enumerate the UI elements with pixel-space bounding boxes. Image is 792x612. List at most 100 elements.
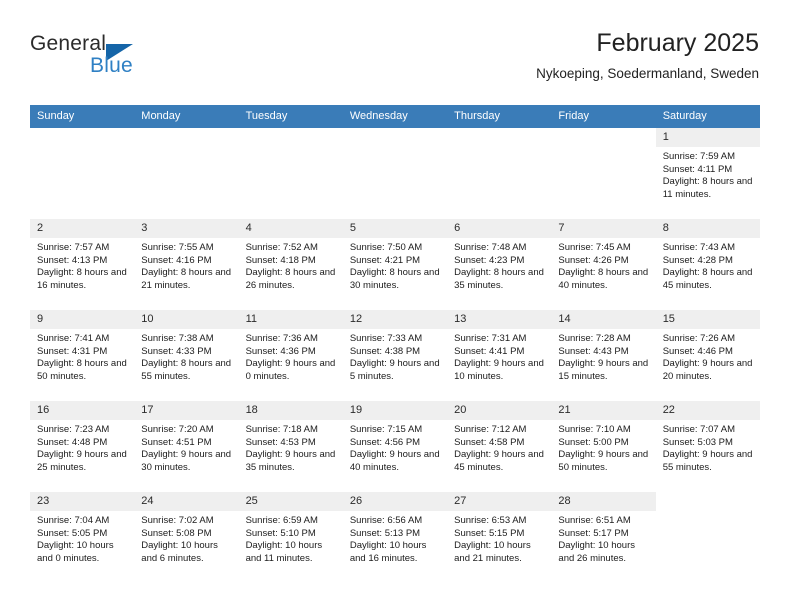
calendar-day-cell[interactable]: 25 Sunrise: 6:59 AM Sunset: 5:10 PM Dayligh… [238, 491, 343, 583]
logo-text-general: General [30, 32, 107, 55]
calendar-grid: Sunday Monday Tuesday Wednesday Thursday… [30, 105, 760, 583]
day-cell-inner: 2 Sunrise: 7:57 AM Sunset: 4:13 PM Daylight… [30, 219, 135, 309]
day-number: 25 [238, 492, 343, 511]
day-details: Sunrise: 6:53 AM Sunset: 5:15 PM Daylight:… [447, 511, 551, 565]
calendar-day-cell[interactable]: 14 Sunrise: 7:28 AM Sunset: 4:43 PM Dayligh… [551, 309, 656, 401]
calendar-day-cell[interactable]: 6 Sunrise: 7:48 AM Sunset: 4:23 PM Daylight… [447, 218, 552, 310]
daylight-text: Daylight: 9 hours and 10 minutes. [454, 358, 544, 382]
sunrise-text: Sunrise: 7:28 AM [558, 333, 631, 344]
day-number: 20 [447, 401, 552, 420]
daylight-text: Daylight: 9 hours and 30 minutes. [141, 449, 232, 473]
calendar-day-cell[interactable]: 21 Sunrise: 7:10 AM Sunset: 5:00 PM Dayligh… [551, 400, 656, 492]
sunset-text: Sunset: 4:13 PM [37, 254, 108, 266]
calendar-day-cell[interactable]: 9 Sunrise: 7:41 AM Sunset: 4:31 PM Daylight… [30, 309, 135, 401]
day-details: Sunrise: 7:04 AM Sunset: 5:05 PM Daylight:… [30, 511, 134, 565]
calendar-day-cell[interactable]: 28 Sunrise: 6:51 AM Sunset: 5:17 PM Dayligh… [551, 491, 656, 583]
day-cell-inner: 3 Sunrise: 7:55 AM Sunset: 4:16 PM Daylight… [134, 219, 239, 309]
day-cell-inner: 1 Sunrise: 7:59 AM Sunset: 4:11 PM Daylight… [655, 128, 760, 218]
calendar-day-cell[interactable]: 20 Sunrise: 7:12 AM Sunset: 4:58 PM Dayligh… [447, 400, 552, 492]
daylight-text: Daylight: 9 hours and 5 minutes. [349, 358, 440, 382]
calendar-day-cell[interactable]: 24 Sunrise: 7:02 AM Sunset: 5:08 PM Dayligh… [134, 491, 239, 583]
calendar-day-cell[interactable]: 10 Sunrise: 7:38 AM Sunset: 4:33 PM Dayligh… [134, 309, 239, 401]
weekday-header-thursday: Thursday [447, 105, 552, 128]
sunset-text: Sunset: 4:11 PM [662, 163, 733, 175]
day-cell-inner: 27 Sunrise: 6:53 AM Sunset: 5:15 PM Dayligh… [447, 492, 552, 582]
calendar-day-cell[interactable]: 11 Sunrise: 7:36 AM Sunset: 4:36 PM Dayligh… [238, 309, 343, 401]
sunrise-text: Sunrise: 7:41 AM [37, 333, 110, 344]
sunset-text: Sunset: 4:46 PM [662, 345, 733, 357]
sunrise-text: Sunrise: 7:07 AM [662, 424, 736, 435]
calendar-day-cell[interactable]: 8 Sunrise: 7:43 AM Sunset: 4:28 PM Daylight… [655, 218, 760, 310]
day-number: 3 [134, 219, 239, 238]
calendar-day-cell[interactable]: 1 Sunrise: 7:59 AM Sunset: 4:11 PM Daylight… [655, 128, 760, 219]
general-blue-logo[interactable]: General Blue [30, 32, 230, 88]
calendar-day-cell[interactable]: 22 Sunrise: 7:07 AM Sunset: 5:03 PM Dayligh… [655, 400, 760, 492]
day-details: Sunrise: 7:18 AM Sunset: 4:53 PM Daylight:… [239, 420, 343, 474]
day-number: 14 [551, 310, 656, 329]
sunrise-text: Sunrise: 7:18 AM [245, 424, 318, 435]
calendar-day-cell[interactable]: 23 Sunrise: 7:04 AM Sunset: 5:05 PM Dayligh… [30, 491, 135, 583]
day-details: Sunrise: 6:51 AM Sunset: 5:17 PM Daylight:… [551, 511, 655, 565]
day-details: Sunrise: 7:02 AM Sunset: 5:08 PM Daylight:… [134, 511, 238, 565]
sunset-text: Sunset: 4:53 PM [245, 436, 316, 448]
day-details: Sunrise: 7:15 AM Sunset: 4:56 PM Daylight:… [343, 420, 447, 474]
calendar-day-cell[interactable]: 12 Sunrise: 7:33 AM Sunset: 4:38 PM Dayligh… [342, 309, 448, 401]
daylight-text: Daylight: 10 hours and 21 minutes. [454, 540, 531, 564]
calendar-page: General Blue February 2025 Nykoeping, So… [0, 0, 792, 612]
day-cell-inner: 16 Sunrise: 7:23 AM Sunset: 4:48 PM Dayligh… [30, 401, 135, 491]
sunrise-text: Sunrise: 7:20 AM [141, 424, 214, 435]
calendar-body: 1 Sunrise: 7:59 AM Sunset: 4:11 PM Daylight… [30, 128, 760, 583]
sunrise-text: Sunrise: 7:36 AM [245, 333, 318, 344]
day-number: 8 [655, 219, 760, 238]
calendar-day-cell[interactable]: 26 Sunrise: 6:56 AM Sunset: 5:13 PM Dayligh… [342, 491, 448, 583]
sunrise-text: Sunrise: 7:43 AM [662, 242, 736, 253]
day-cell-inner: 13 Sunrise: 7:31 AM Sunset: 4:41 PM Dayligh… [447, 310, 552, 400]
calendar-day-cell[interactable]: 18 Sunrise: 7:18 AM Sunset: 4:53 PM Dayligh… [238, 400, 343, 492]
sunset-text: Sunset: 4:21 PM [349, 254, 421, 266]
day-number: 23 [30, 492, 135, 511]
calendar-cell-empty [30, 128, 135, 219]
weekday-header-tuesday: Tuesday [238, 105, 343, 128]
day-details: Sunrise: 7:33 AM Sunset: 4:38 PM Daylight:… [343, 329, 447, 383]
day-cell-inner: 8 Sunrise: 7:43 AM Sunset: 4:28 PM Daylight… [655, 219, 760, 309]
day-cell-inner: 28 Sunrise: 6:51 AM Sunset: 5:17 PM Dayligh… [551, 492, 656, 582]
sunrise-text: Sunrise: 7:26 AM [662, 333, 736, 344]
calendar-week-row: 23 Sunrise: 7:04 AM Sunset: 5:05 PM Dayligh… [30, 491, 760, 583]
calendar-day-cell[interactable]: 4 Sunrise: 7:52 AM Sunset: 4:18 PM Daylight… [238, 218, 343, 310]
day-number: 1 [655, 128, 760, 147]
calendar-day-cell[interactable]: 7 Sunrise: 7:45 AM Sunset: 4:26 PM Daylight… [551, 218, 656, 310]
calendar-day-cell[interactable]: 19 Sunrise: 7:15 AM Sunset: 4:56 PM Dayligh… [342, 400, 448, 492]
calendar-day-cell[interactable]: 27 Sunrise: 6:53 AM Sunset: 5:15 PM Dayligh… [447, 491, 552, 583]
sunset-text: Sunset: 4:51 PM [141, 436, 212, 448]
calendar-day-cell[interactable]: 13 Sunrise: 7:31 AM Sunset: 4:41 PM Dayligh… [447, 309, 552, 401]
sunrise-text: Sunrise: 7:33 AM [349, 333, 423, 344]
calendar-day-cell[interactable]: 3 Sunrise: 7:55 AM Sunset: 4:16 PM Daylight… [134, 218, 239, 310]
day-number: 5 [342, 219, 448, 238]
daylight-text: Daylight: 10 hours and 26 minutes. [558, 540, 635, 564]
weekday-header-saturday: Saturday [655, 105, 760, 128]
day-number [30, 128, 134, 147]
daylight-text: Daylight: 9 hours and 35 minutes. [245, 449, 336, 473]
sunrise-text: Sunrise: 7:45 AM [558, 242, 631, 253]
day-number: 2 [30, 219, 135, 238]
day-number [343, 128, 447, 147]
calendar-day-cell[interactable]: 15 Sunrise: 7:26 AM Sunset: 4:46 PM Dayligh… [655, 309, 760, 401]
day-number: 6 [447, 219, 552, 238]
day-cell-inner: 22 Sunrise: 7:07 AM Sunset: 5:03 PM Dayligh… [655, 401, 760, 491]
calendar-day-cell[interactable]: 17 Sunrise: 7:20 AM Sunset: 4:51 PM Dayligh… [134, 400, 239, 492]
sunrise-text: Sunrise: 7:04 AM [37, 515, 110, 526]
day-number: 18 [238, 401, 343, 420]
calendar-week-row: 16 Sunrise: 7:23 AM Sunset: 4:48 PM Dayligh… [30, 400, 760, 492]
calendar-day-cell[interactable]: 16 Sunrise: 7:23 AM Sunset: 4:48 PM Dayligh… [30, 400, 135, 492]
day-number [239, 128, 343, 147]
day-cell-inner: 25 Sunrise: 6:59 AM Sunset: 5:10 PM Dayligh… [238, 492, 343, 582]
calendar-day-cell[interactable]: 2 Sunrise: 7:57 AM Sunset: 4:13 PM Daylight… [30, 218, 135, 310]
page-title: February 2025 [596, 29, 759, 57]
calendar-day-cell[interactable]: 5 Sunrise: 7:50 AM Sunset: 4:21 PM Daylight… [342, 218, 448, 310]
daylight-text: Daylight: 10 hours and 11 minutes. [245, 540, 323, 564]
day-cell-inner: 9 Sunrise: 7:41 AM Sunset: 4:31 PM Daylight… [30, 310, 135, 400]
sunset-text: Sunset: 5:00 PM [558, 436, 629, 448]
day-cell-inner: 12 Sunrise: 7:33 AM Sunset: 4:38 PM Dayligh… [342, 310, 448, 400]
day-details: Sunrise: 7:59 AM Sunset: 4:11 PM Daylight:… [656, 147, 760, 201]
daylight-text: Daylight: 8 hours and 26 minutes. [245, 267, 336, 291]
